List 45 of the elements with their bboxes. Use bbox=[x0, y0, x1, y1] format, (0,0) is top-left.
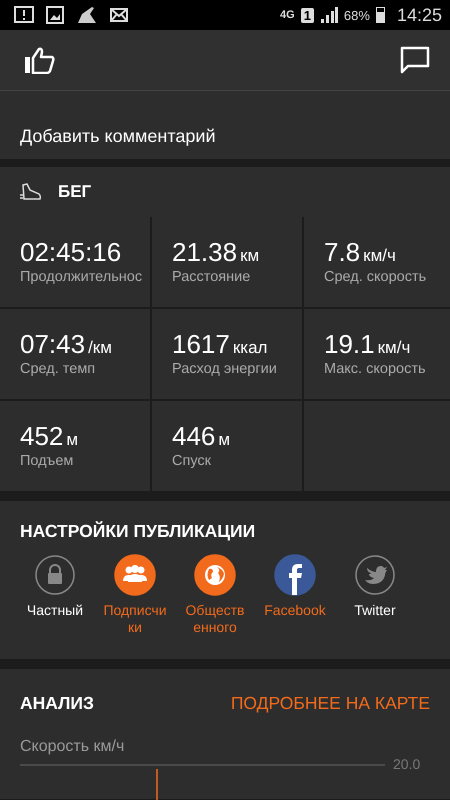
people-icon[interactable] bbox=[114, 554, 156, 596]
stat-value: 1617 ккал bbox=[172, 329, 268, 360]
stat-value: 19.1 км/ч bbox=[324, 329, 412, 360]
stat-label: Сред. скорость bbox=[324, 269, 428, 285]
stat-label: Подъем bbox=[20, 453, 74, 469]
battery-percent: 68% bbox=[344, 8, 370, 22]
map-details-link[interactable]: ПОДРОБНЕЕ НА КАРТЕ bbox=[230, 693, 430, 714]
activity-title: БЕГ bbox=[58, 182, 92, 202]
axis-tick-label: 20.0 bbox=[393, 756, 420, 772]
thumbs-up-icon[interactable] bbox=[24, 46, 56, 74]
clock: 14:25 bbox=[396, 4, 442, 26]
chart-title: Скорость км/ч bbox=[20, 738, 126, 756]
stat-value: 446 м bbox=[172, 421, 232, 452]
stat-value: 7.8 км/ч bbox=[324, 237, 397, 268]
privacy-option-label[interactable]: Подписчи ки bbox=[97, 602, 173, 636]
stat-label: Спуск bbox=[172, 453, 212, 469]
sim-indicator: 1 bbox=[300, 8, 314, 22]
shoe-icon bbox=[20, 183, 42, 201]
privacy-option-label[interactable]: Частный bbox=[17, 602, 93, 619]
alert-icon bbox=[14, 6, 34, 24]
comment-icon[interactable] bbox=[400, 46, 430, 74]
lock-icon[interactable] bbox=[34, 554, 76, 596]
stat-label: Макс. скорость bbox=[324, 361, 427, 377]
image-icon bbox=[46, 6, 64, 24]
privacy-option-label[interactable]: Twitter bbox=[337, 602, 413, 619]
battery-icon bbox=[376, 7, 385, 23]
privacy-option-label[interactable]: Обществ енного bbox=[177, 602, 253, 636]
stat-value: 07:43/км bbox=[20, 329, 113, 360]
mail-icon bbox=[110, 8, 128, 22]
stat-value: 02:45:16 bbox=[20, 237, 122, 268]
signal-icon bbox=[320, 7, 338, 23]
stat-label: Продолжительнос bbox=[20, 269, 144, 285]
globe-icon[interactable] bbox=[194, 554, 236, 596]
network-type: 4G bbox=[280, 9, 295, 21]
bird-icon[interactable] bbox=[354, 554, 396, 596]
comment-field[interactable]: Добавить комментарий bbox=[0, 91, 450, 159]
section-title: НАСТРОЙКИ ПУБЛИКАЦИИ bbox=[19, 521, 256, 542]
section-title: АНАЛИЗ bbox=[20, 693, 94, 714]
privacy-option-label[interactable]: Facebook bbox=[257, 602, 333, 619]
stat-label: Расстояние bbox=[172, 269, 252, 285]
stat-value: 452 м bbox=[20, 421, 80, 452]
stat-label: Расход энергии bbox=[172, 361, 278, 377]
stat-label: Сред. темп bbox=[20, 361, 96, 377]
facebook-icon[interactable] bbox=[274, 554, 316, 596]
stat-value: 21.38 км bbox=[172, 237, 260, 268]
